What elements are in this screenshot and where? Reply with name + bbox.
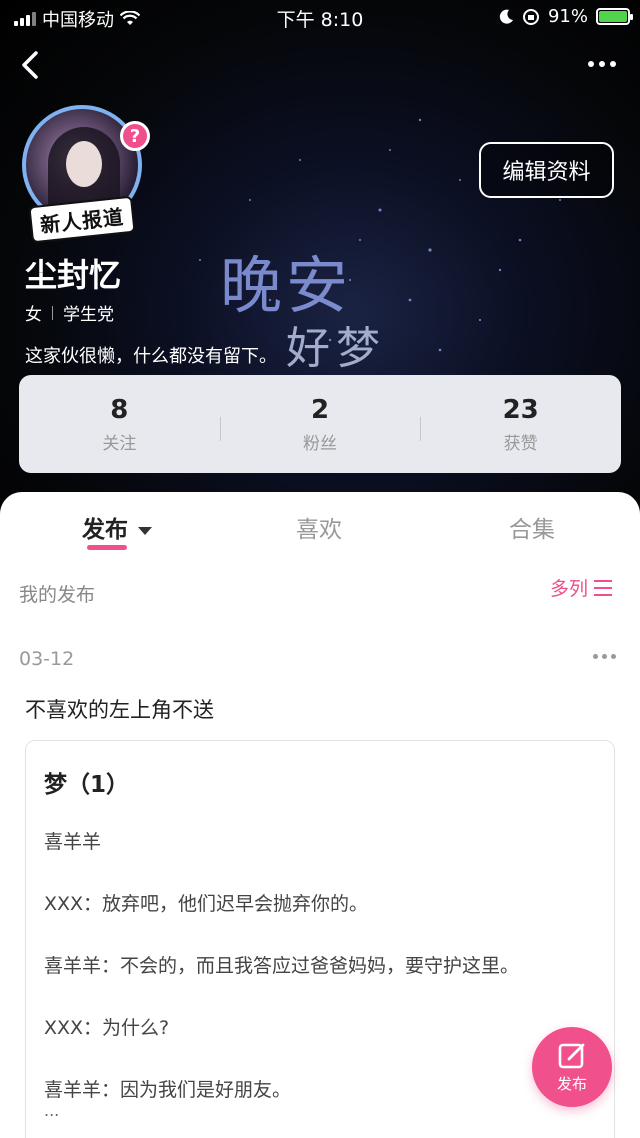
tab-like[interactable]: 喜欢 xyxy=(296,510,342,544)
moon-icon xyxy=(499,9,513,24)
identity-tag: 学生党 xyxy=(63,305,114,325)
question-badge[interactable]: ? xyxy=(120,121,150,151)
stat-value: 8 xyxy=(110,394,129,425)
background-text-sweet-dreams: 好梦 xyxy=(286,323,386,374)
list-icon xyxy=(594,579,612,596)
tab-label: 发布 xyxy=(82,517,128,543)
bio: 这家伙很懒，什么都没有留下。 xyxy=(25,346,277,367)
tab-collection[interactable]: 合集 xyxy=(509,510,555,544)
post-text: 不喜欢的左上角不送 xyxy=(25,698,214,722)
gender-tag: 女 xyxy=(25,305,42,325)
card-line: 喜羊羊：不会的，而且我答应过爸爸妈妈，要守护这里。 xyxy=(44,955,520,977)
profile-tags: 女 学生党 xyxy=(25,300,114,325)
card-title: 梦（1） xyxy=(44,772,130,798)
card-ellipsis: ... xyxy=(44,1101,60,1120)
stat-following[interactable]: 8 关注 xyxy=(19,395,220,454)
fab-label: 发布 xyxy=(556,1074,587,1093)
card-line: XXX：放弃吧，他们迟早会抛弃你的。 xyxy=(44,893,369,915)
view-toggle-button[interactable]: 多列 xyxy=(550,574,612,601)
post-date: 03-12 xyxy=(19,648,75,670)
more-options-icon[interactable] xyxy=(588,56,622,72)
active-tab-indicator xyxy=(87,545,127,550)
avatar-container[interactable]: ? 新人报道 xyxy=(22,105,150,244)
status-bar: 中国移动 下午 8:10 91% xyxy=(0,0,640,34)
stat-label: 关注 xyxy=(102,433,137,454)
caret-down-icon[interactable] xyxy=(138,526,152,535)
back-icon[interactable] xyxy=(16,48,46,82)
tag-divider xyxy=(52,305,53,320)
stat-label: 粉丝 xyxy=(303,433,337,454)
stat-value: 23 xyxy=(502,394,539,425)
stats-panel: 8 关注 2 粉丝 23 获赞 xyxy=(19,375,621,473)
post-more-icon[interactable] xyxy=(593,654,616,659)
card-line: XXX：为什么? xyxy=(44,1017,170,1039)
stat-label: 获赞 xyxy=(503,433,538,454)
publish-fab[interactable]: 发布 xyxy=(532,1027,612,1107)
stat-followers[interactable]: 2 粉丝 xyxy=(219,394,421,454)
post-card[interactable]: 梦（1） 喜羊羊 XXX：放弃吧，他们迟早会抛弃你的。 喜羊羊：不会的，而且我答… xyxy=(25,740,615,1138)
rotation-lock-icon xyxy=(522,8,539,25)
stat-likes[interactable]: 23 获赞 xyxy=(420,395,621,454)
section-title: 我的发布 xyxy=(19,584,96,606)
battery-percent: 91% xyxy=(547,6,588,27)
edit-icon xyxy=(558,1043,585,1068)
username: 尘封忆 xyxy=(25,256,122,294)
stat-value: 2 xyxy=(310,394,330,425)
tab-publish[interactable]: 发布 xyxy=(82,510,152,544)
battery-icon xyxy=(596,8,633,25)
edit-profile-button[interactable]: 编辑资料 xyxy=(479,142,614,198)
card-line: 喜羊羊 xyxy=(44,831,102,853)
tab-bar: 发布 喜欢 合集 xyxy=(0,492,640,556)
view-toggle-label: 多列 xyxy=(549,578,588,600)
